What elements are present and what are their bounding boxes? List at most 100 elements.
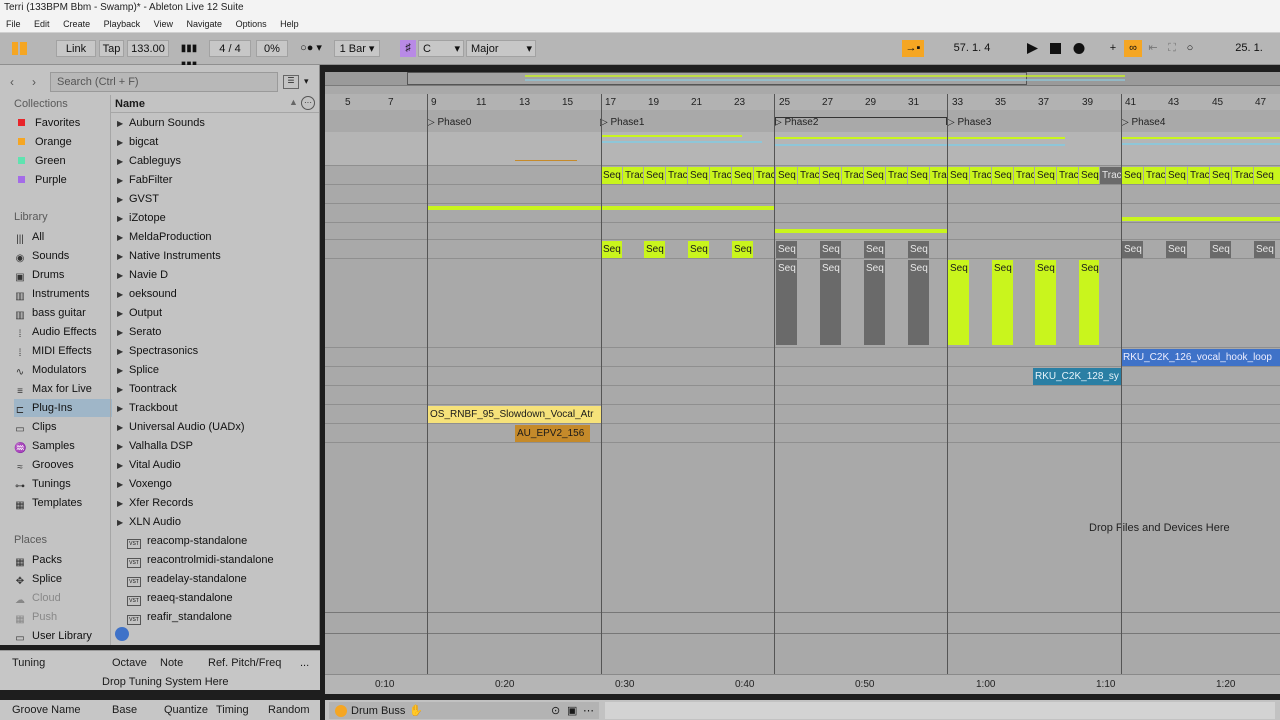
expand-icon[interactable]: ▶ [117, 323, 129, 342]
folder-item[interactable]: ▶ FabFilter [117, 171, 172, 190]
library-instruments[interactable]: ▥ Instruments [14, 285, 112, 303]
collection-favorites[interactable]: Favorites [14, 114, 112, 132]
midi-clip[interactable]: Seq [1079, 167, 1099, 184]
midi-clip[interactable]: Seq [776, 241, 797, 258]
locator-phase4[interactable]: ▷ Phase4 [1121, 117, 1165, 128]
midi-clip[interactable]: Track [970, 167, 991, 184]
follow-icon[interactable]: →▪ [902, 40, 924, 57]
midi-clip[interactable]: Track [710, 167, 731, 184]
scale-mode-icon[interactable]: ♯ [400, 40, 416, 57]
folder-item[interactable]: ▶ XLN Audio [117, 513, 181, 532]
menu-playback[interactable]: Playback [98, 16, 146, 33]
automation-arm-icon[interactable]: ∞ [1124, 40, 1142, 57]
midi-clip[interactable]: Seq [1079, 260, 1099, 345]
tuning-drop-zone[interactable]: Drop Tuning System Here [102, 676, 229, 688]
folder-item[interactable]: ▶ iZotope [117, 209, 166, 228]
midi-clip[interactable]: Seq [1122, 241, 1143, 258]
expand-icon[interactable]: ▶ [117, 361, 129, 380]
back-icon[interactable]: ‹ [10, 75, 26, 91]
groove-amount-field[interactable]: 0% [256, 40, 288, 57]
expand-icon[interactable]: ▶ [117, 399, 129, 418]
menu-navigate[interactable]: Navigate [181, 16, 228, 33]
automation-line[interactable] [775, 229, 947, 233]
expand-icon[interactable]: ▶ [117, 171, 129, 190]
tempo-field[interactable]: 133.00 [127, 40, 169, 57]
bar-ruler[interactable]: 5 7 9 11 13 15 17 19 21 23 25 27 29 31 3… [325, 94, 1280, 110]
expand-icon[interactable]: ▶ [117, 380, 129, 399]
midi-clip[interactable]: Seq [992, 260, 1013, 345]
midi-clip[interactable]: Track [1057, 167, 1078, 184]
library-bass-guitar[interactable]: ▥ bass guitar [14, 304, 112, 322]
record-button[interactable] [1071, 40, 1087, 57]
library-templates[interactable]: ▦ Templates [14, 494, 112, 512]
play-button[interactable] [1024, 40, 1040, 57]
overview-strip[interactable] [325, 72, 1280, 86]
midi-clip[interactable]: Track [798, 167, 819, 184]
folder-item[interactable]: ▶ MeldaProduction [117, 228, 212, 247]
folder-item[interactable]: ▶ GVST [117, 190, 159, 209]
midi-clip[interactable]: Track [623, 167, 643, 184]
midi-clip[interactable]: Track [1014, 167, 1034, 184]
stop-button[interactable] [1047, 40, 1063, 57]
midi-clip[interactable]: Seq [820, 241, 841, 258]
expand-icon[interactable]: ▶ [117, 494, 129, 513]
library-sounds[interactable]: ◉ Sounds [14, 247, 112, 265]
loop-start[interactable]: 25. 1. [1220, 40, 1278, 57]
folder-item[interactable]: ▶ Universal Audio (UADx) [117, 418, 245, 437]
plugin-item[interactable]: VST reafir_standalone [111, 608, 232, 627]
expand-icon[interactable]: ▶ [117, 133, 129, 152]
midi-clip[interactable]: Track [754, 167, 775, 184]
midi-clip[interactable]: Track [666, 167, 687, 184]
folder-item[interactable]: ▶ Auburn Sounds [117, 114, 205, 133]
loop-switch-icon[interactable]: ○ [1182, 40, 1198, 57]
tap-button[interactable]: Tap [99, 40, 124, 57]
midi-clip[interactable]: Seq [776, 167, 797, 184]
folder-item[interactable]: ▶ bigcat [117, 133, 158, 152]
midi-clip[interactable]: Seq [601, 241, 622, 258]
collection-green[interactable]: Green [14, 152, 112, 170]
collection-orange[interactable]: Orange [14, 133, 112, 151]
midi-clip[interactable]: Seq [776, 260, 797, 345]
midi-clip[interactable]: Track [1188, 167, 1209, 184]
place-cloud[interactable]: ☁ Cloud [14, 589, 112, 607]
midi-clip[interactable]: Seq [732, 241, 753, 258]
midi-clip[interactable]: Seq [601, 167, 622, 184]
folder-item[interactable]: ▶ Trackbout [117, 399, 178, 418]
midi-clip[interactable]: Seq [1035, 167, 1056, 184]
scale-select[interactable]: Major ▾ [466, 40, 536, 57]
folder-item[interactable]: ▶ Xfer Records [117, 494, 193, 513]
folder-item[interactable]: ▶ Spectrasonics [117, 342, 198, 361]
midi-clip[interactable]: Seq [992, 167, 1013, 184]
expand-icon[interactable]: ▶ [117, 114, 129, 133]
back-to-arrangement-icon[interactable]: ⇤ [1144, 40, 1162, 57]
midi-clip[interactable]: Seq [908, 260, 929, 345]
locator-phase1[interactable]: ▷ Phase1 [600, 117, 644, 128]
filter-icon[interactable]: ☰ [283, 75, 299, 89]
folder-item[interactable]: ▶ oeksound [117, 285, 177, 304]
midi-clip[interactable]: Seq [1210, 241, 1231, 258]
track-title-bar[interactable]: Drum Buss ✋ ⊙ ▣ ⋯ [329, 702, 599, 719]
expand-icon[interactable]: ▶ [117, 228, 129, 247]
midi-clip[interactable]: Seq [732, 167, 753, 184]
audio-clip[interactable]: OS_RNBF_95_Slowdown_Vocal_Atr [428, 406, 601, 423]
plugin-item[interactable]: VST reacontrolmidi-standalone [111, 551, 274, 570]
device-chain-area[interactable] [605, 702, 1275, 719]
expand-icon[interactable]: ▶ [117, 266, 129, 285]
midi-clip[interactable]: Seq [864, 241, 885, 258]
more-icon[interactable]: ⋯ [583, 704, 594, 717]
midi-clip[interactable]: Seq [1035, 260, 1056, 345]
expand-icon[interactable]: ▶ [117, 190, 129, 209]
midi-clip[interactable]: Seq [948, 167, 969, 184]
place-splice[interactable]: ✥ Splice [14, 570, 112, 588]
folder-item[interactable]: ▶ Valhalla DSP [117, 437, 193, 456]
capture-icon[interactable]: ⛶ [1163, 40, 1181, 57]
locator-phase3[interactable]: ▷ Phase3 [947, 117, 991, 128]
folder-item[interactable]: ▶ Serato [117, 323, 161, 342]
place-packs[interactable]: ▦ Packs [14, 551, 112, 569]
save-icon[interactable]: ▣ [567, 704, 577, 717]
library-all[interactable]: ||| All [14, 228, 112, 246]
midi-clip[interactable]: Seq [644, 241, 665, 258]
plugin-item[interactable]: VST reaeq-standalone [111, 589, 233, 608]
library-modulators[interactable]: ∿ Modulators [14, 361, 112, 379]
midi-clip[interactable]: Seq [1254, 167, 1280, 184]
